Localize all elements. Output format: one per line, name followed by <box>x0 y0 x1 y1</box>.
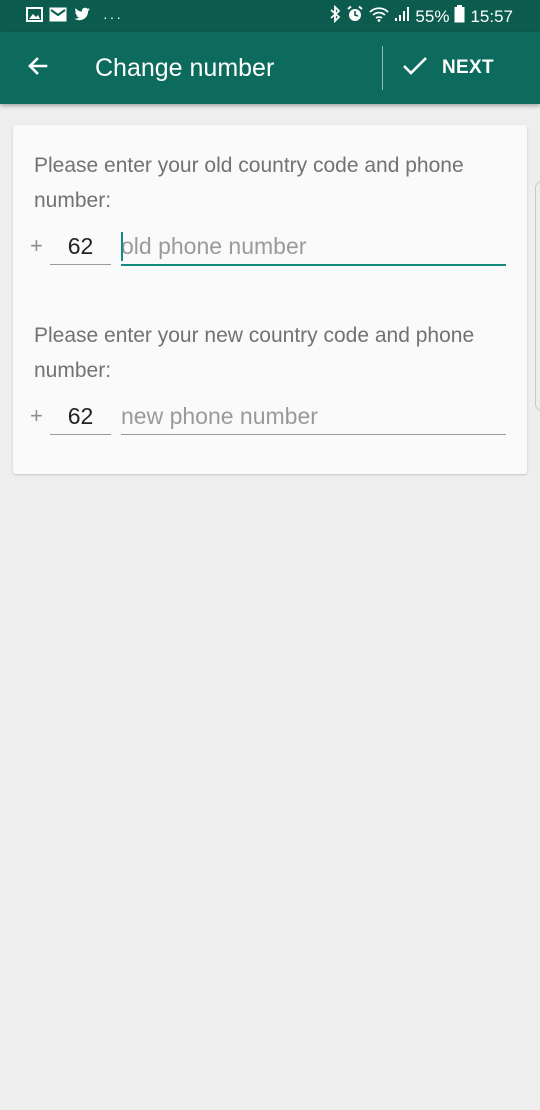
edge-panel-handle[interactable] <box>535 181 540 411</box>
new-number-prompt: Please enter your new country code and p… <box>34 324 475 382</box>
check-icon <box>402 55 428 82</box>
signal-icon <box>394 6 410 27</box>
alarm-icon <box>346 5 364 28</box>
new-plus-sign: + <box>30 403 43 428</box>
change-number-card: Please enter your old country code and p… <box>13 125 527 474</box>
new-country-code-input[interactable]: 62 <box>50 398 111 435</box>
twitter-icon <box>73 7 91 27</box>
app-bar: Change number NEXT <box>0 32 540 104</box>
more-notifications-indicator: ··· <box>103 9 123 25</box>
wifi-icon <box>369 6 390 27</box>
clock: 15:57 <box>470 6 513 26</box>
page-title: Change number <box>95 54 275 82</box>
arrow-back-icon <box>26 54 50 83</box>
toolbar-divider <box>382 46 383 90</box>
mail-icon <box>49 7 67 27</box>
old-number-prompt: Please enter your old country code and p… <box>34 154 464 212</box>
bluetooth-icon <box>329 4 341 28</box>
old-plus-sign: + <box>30 233 43 258</box>
old-phone-number-input[interactable]: old phone number <box>121 228 506 266</box>
back-button[interactable] <box>18 48 58 88</box>
old-phone-placeholder: old phone number <box>121 233 307 259</box>
battery-icon <box>454 5 465 28</box>
next-label: NEXT <box>442 57 494 78</box>
system-icons: 55% 15:57 <box>329 4 513 28</box>
notification-icons: ··· <box>26 7 123 27</box>
next-button[interactable]: NEXT <box>402 46 494 90</box>
old-country-code-input[interactable]: 62 <box>50 228 111 265</box>
status-bar: ··· 55% 15:57 <box>0 0 540 32</box>
new-phone-placeholder: new phone number <box>121 403 318 429</box>
battery-percent: 55% <box>415 6 450 26</box>
new-phone-number-input[interactable]: new phone number <box>121 398 506 435</box>
gallery-icon <box>26 7 43 27</box>
text-cursor <box>121 232 123 261</box>
